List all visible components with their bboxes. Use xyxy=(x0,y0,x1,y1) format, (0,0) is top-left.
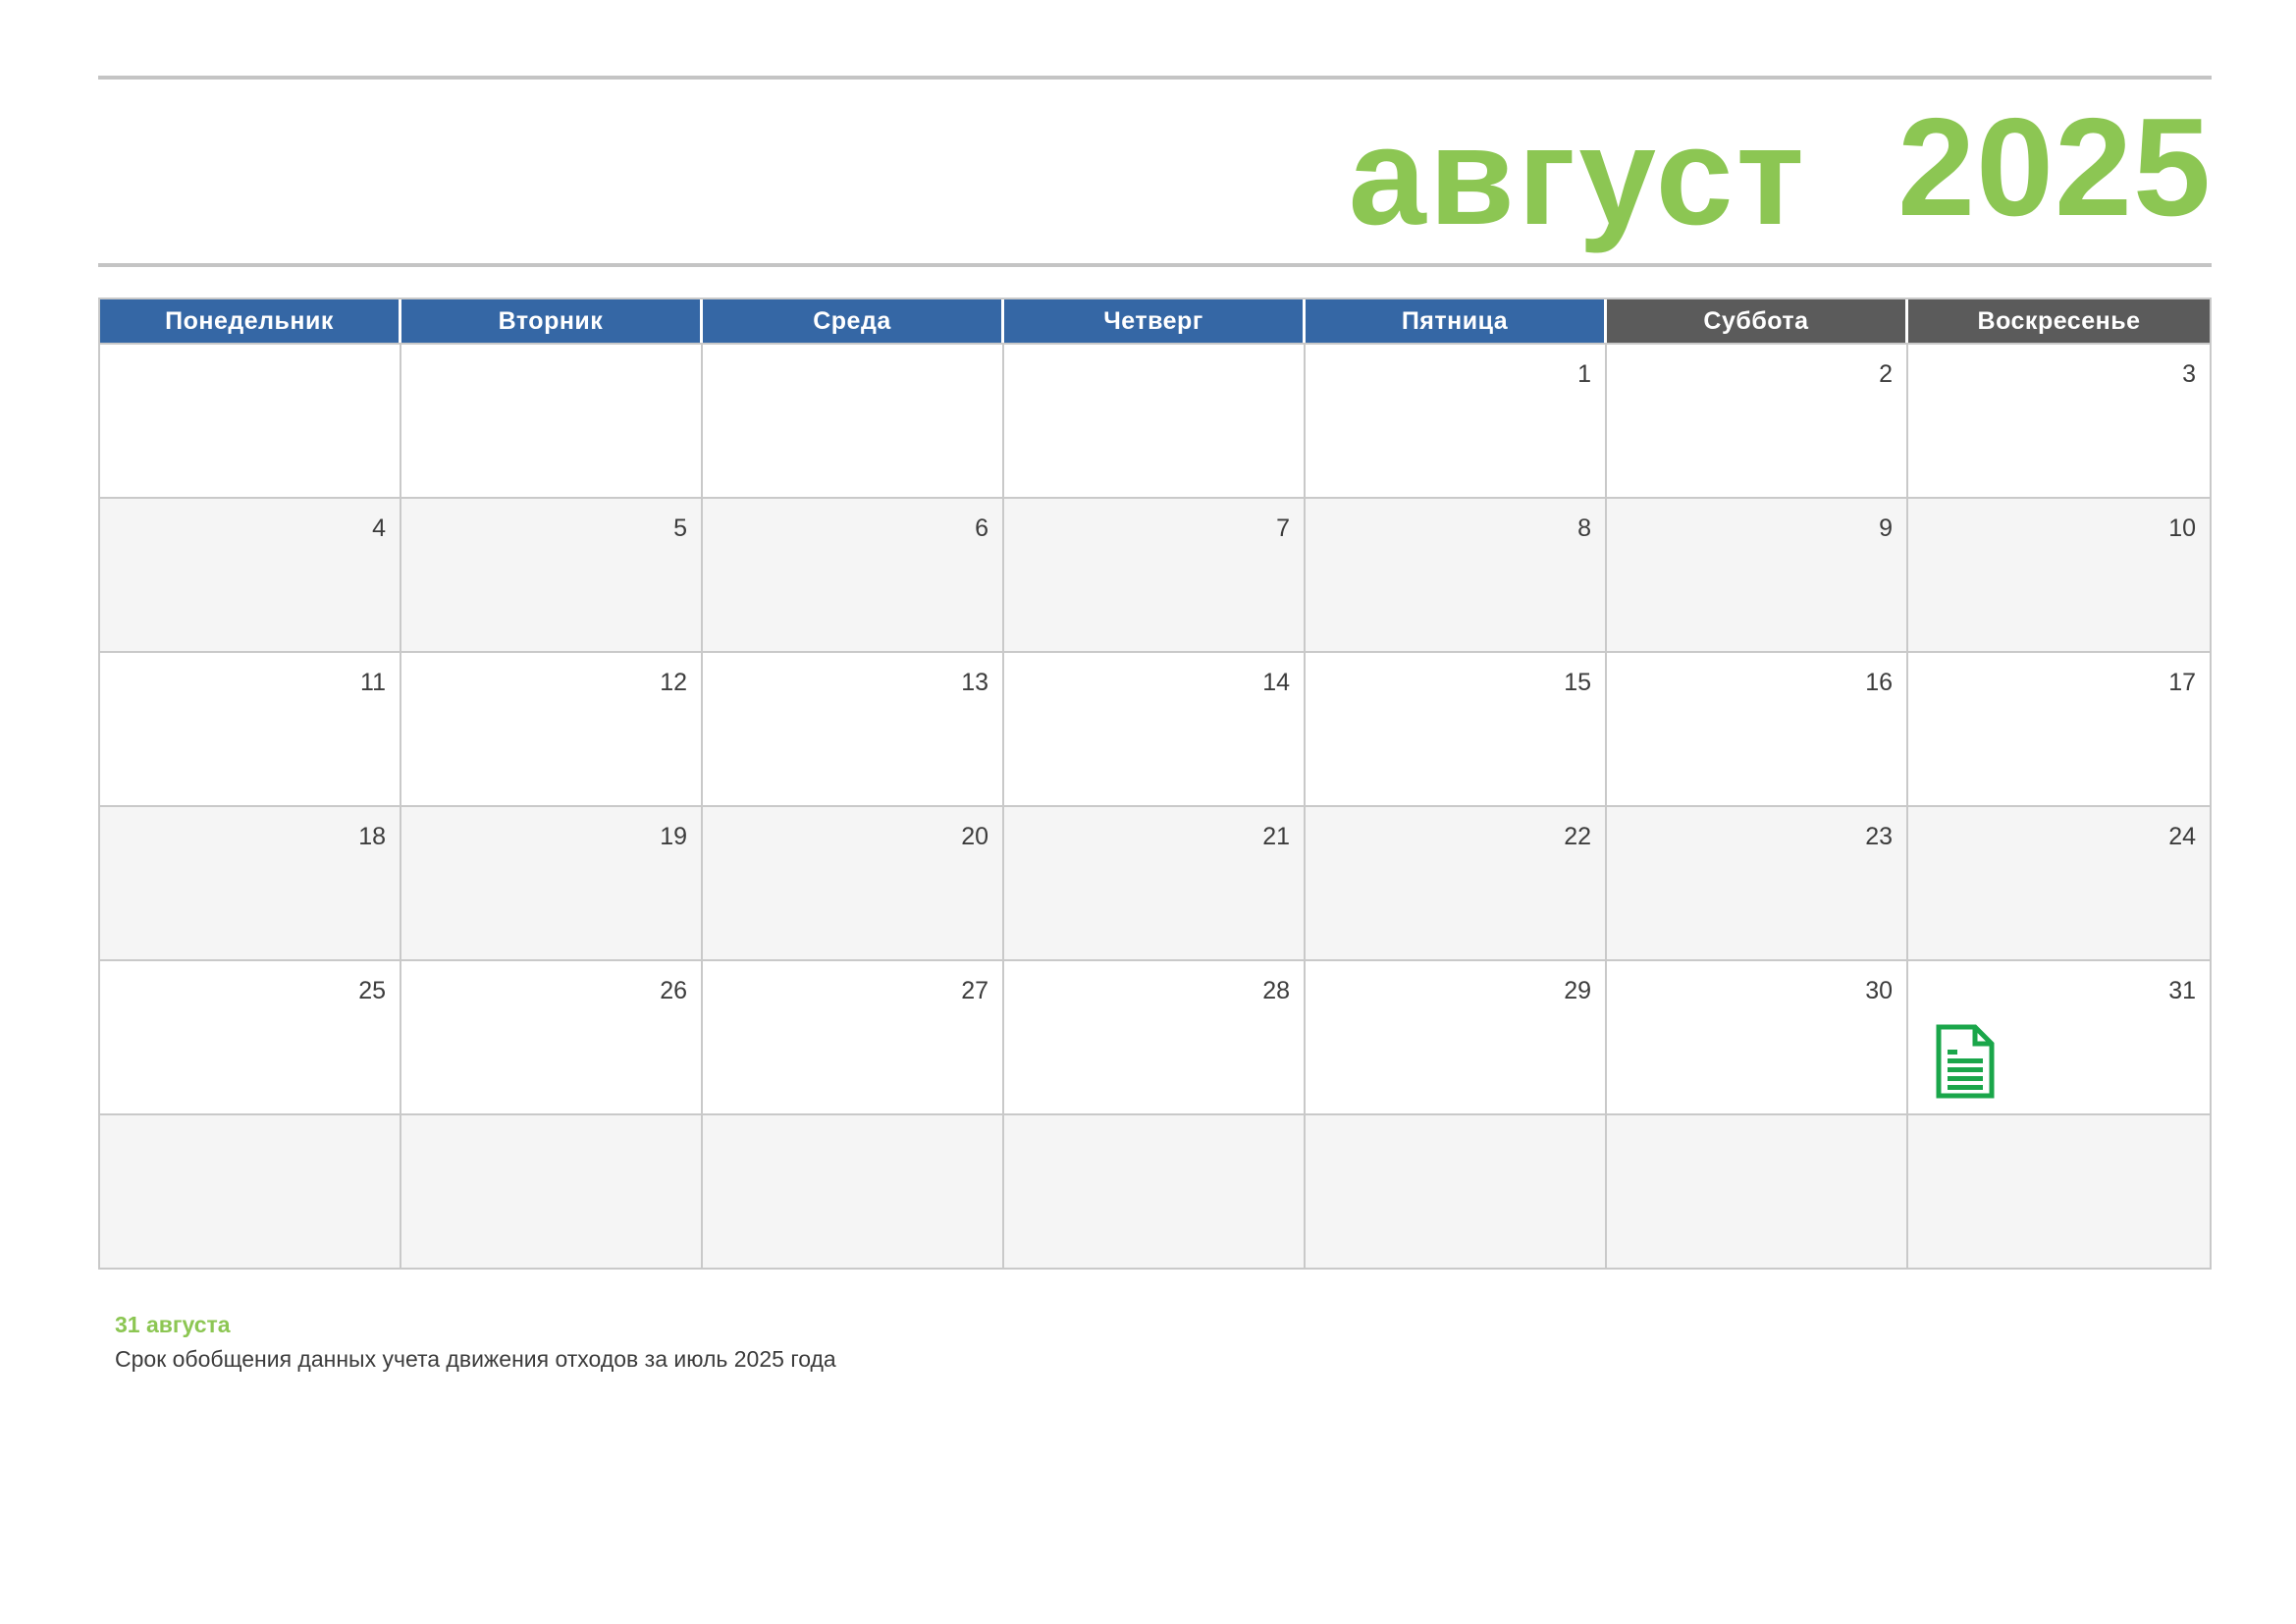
day-number: 13 xyxy=(961,669,988,696)
day-number: 2 xyxy=(1879,360,1893,388)
calendar-day-cell xyxy=(1607,1115,1908,1268)
calendar-day-cell: 21 xyxy=(1004,807,1306,959)
day-number: 28 xyxy=(1262,977,1290,1004)
calendar-day-cell: 24 xyxy=(1908,807,2210,959)
calendar-day-cell: 13 xyxy=(703,653,1004,805)
day-number: 25 xyxy=(358,977,386,1004)
calendar-day-cell: 28 xyxy=(1004,961,1306,1113)
weekday-header-friday: Пятница xyxy=(1306,299,1607,343)
calendar-day-cell xyxy=(1004,345,1306,497)
weekday-header-monday: Понедельник xyxy=(100,299,401,343)
weekday-header-tuesday: Вторник xyxy=(401,299,703,343)
day-number: 8 xyxy=(1577,514,1591,542)
calendar-day-cell: 4 xyxy=(100,499,401,651)
day-number: 16 xyxy=(1865,669,1893,696)
calendar-day-cell: 7 xyxy=(1004,499,1306,651)
day-number: 27 xyxy=(961,977,988,1004)
calendar-day-cell: 5 xyxy=(401,499,703,651)
month-title: август xyxy=(1348,98,1808,254)
calendar-day-cell: 27 xyxy=(703,961,1004,1113)
day-number: 19 xyxy=(660,823,687,850)
calendar-day-cell: 17 xyxy=(1908,653,2210,805)
calendar-day-cell: 3 xyxy=(1908,345,2210,497)
calendar-day-cell: 30 xyxy=(1607,961,1908,1113)
calendar-day-cell: 12 xyxy=(401,653,703,805)
calendar-day-cell: 10 xyxy=(1908,499,2210,651)
day-number: 9 xyxy=(1879,514,1893,542)
calendar-day-cell: 23 xyxy=(1607,807,1908,959)
calendar-day-cell: 22 xyxy=(1306,807,1607,959)
calendar-week-1: 1 2 3 xyxy=(100,343,2210,497)
weekday-header-wednesday: Среда xyxy=(703,299,1004,343)
calendar-day-cell xyxy=(100,345,401,497)
calendar-day-cell: 8 xyxy=(1306,499,1607,651)
day-number: 14 xyxy=(1262,669,1290,696)
calendar-day-cell: 19 xyxy=(401,807,703,959)
calendar-day-cell: 6 xyxy=(703,499,1004,651)
calendar-day-cell: 15 xyxy=(1306,653,1607,805)
calendar-day-cell: 25 xyxy=(100,961,401,1113)
calendar-week-2: 4 5 6 7 8 9 10 xyxy=(100,497,2210,651)
day-number: 10 xyxy=(2168,514,2196,542)
day-number: 12 xyxy=(660,669,687,696)
calendar-day-cell: 1 xyxy=(1306,345,1607,497)
day-number: 18 xyxy=(358,823,386,850)
weekday-header-saturday: Суббота xyxy=(1607,299,1908,343)
day-number: 1 xyxy=(1577,360,1591,388)
note-text: Срок обобщения данных учета движения отх… xyxy=(115,1346,836,1372)
year-title: 2025 xyxy=(1897,89,2212,245)
calendar-day-cell: 26 xyxy=(401,961,703,1113)
weekday-header-thursday: Четверг xyxy=(1004,299,1306,343)
day-number: 7 xyxy=(1276,514,1290,542)
calendar-day-cell: 18 xyxy=(100,807,401,959)
day-number: 23 xyxy=(1865,823,1893,850)
day-number: 17 xyxy=(2168,669,2196,696)
day-number: 30 xyxy=(1865,977,1893,1004)
document-icon[interactable] xyxy=(1936,1024,1995,1099)
day-number: 22 xyxy=(1564,823,1591,850)
calendar-week-4: 18 19 20 21 22 23 24 xyxy=(100,805,2210,959)
day-number: 3 xyxy=(2182,360,2196,388)
calendar-week-5: 25 26 27 28 29 30 31 xyxy=(100,959,2210,1113)
top-divider xyxy=(98,76,2212,80)
calendar-day-cell xyxy=(100,1115,401,1268)
calendar-day-cell xyxy=(703,345,1004,497)
day-number: 15 xyxy=(1564,669,1591,696)
calendar-day-cell: 20 xyxy=(703,807,1004,959)
day-number: 11 xyxy=(360,669,386,696)
day-number: 21 xyxy=(1262,823,1290,850)
note-date: 31 августа xyxy=(115,1312,231,1337)
calendar-day-cell: 29 xyxy=(1306,961,1607,1113)
calendar-day-cell: 14 xyxy=(1004,653,1306,805)
event-note: 31 августа Срок обобщения данных учета д… xyxy=(115,1312,836,1373)
calendar-day-cell xyxy=(703,1115,1004,1268)
calendar-day-cell xyxy=(401,1115,703,1268)
day-number: 6 xyxy=(975,514,988,542)
calendar-day-cell: 11 xyxy=(100,653,401,805)
calendar-grid: Понедельник Вторник Среда Четверг Пятниц… xyxy=(98,298,2212,1270)
day-number: 29 xyxy=(1564,977,1591,1004)
calendar-day-cell: 31 xyxy=(1908,961,2210,1113)
calendar-day-cell xyxy=(1004,1115,1306,1268)
day-number: 20 xyxy=(961,823,988,850)
calendar-day-cell xyxy=(1306,1115,1607,1268)
day-number: 5 xyxy=(673,514,687,542)
day-number: 31 xyxy=(2168,977,2196,1004)
day-number: 26 xyxy=(660,977,687,1004)
title-divider xyxy=(98,263,2212,267)
calendar-day-cell xyxy=(401,345,703,497)
day-number: 24 xyxy=(2168,823,2196,850)
page-title: август 2025 xyxy=(1349,89,2212,246)
calendar-week-6 xyxy=(100,1113,2210,1268)
calendar-day-cell: 16 xyxy=(1607,653,1908,805)
weekday-header-row: Понедельник Вторник Среда Четверг Пятниц… xyxy=(100,299,2210,343)
weekday-header-sunday: Воскресенье xyxy=(1908,299,2210,343)
calendar-week-3: 11 12 13 14 15 16 17 xyxy=(100,651,2210,805)
calendar-day-cell: 2 xyxy=(1607,345,1908,497)
day-number: 4 xyxy=(372,514,386,542)
calendar-day-cell xyxy=(1908,1115,2210,1268)
calendar-day-cell: 9 xyxy=(1607,499,1908,651)
